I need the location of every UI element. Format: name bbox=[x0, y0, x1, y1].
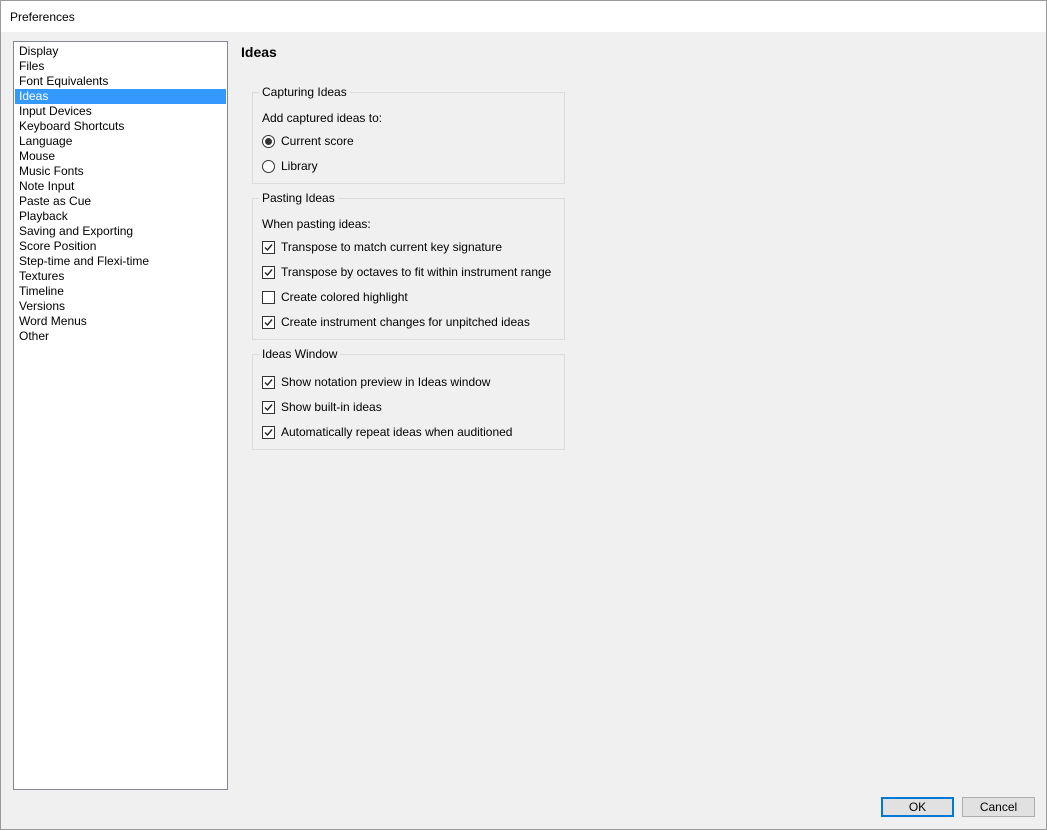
option-built-in-ideas[interactable]: Show built-in ideas bbox=[262, 399, 382, 415]
checkbox-checked[interactable] bbox=[262, 265, 275, 279]
option-label: Automatically repeat ideas when audition… bbox=[281, 425, 513, 439]
category-item-font-equivalents[interactable]: Font Equivalents bbox=[15, 74, 226, 89]
category-item-display[interactable]: Display bbox=[15, 44, 226, 59]
category-item-input-devices[interactable]: Input Devices bbox=[15, 104, 226, 119]
check-mark-icon bbox=[264, 318, 273, 326]
group-caption: When pasting ideas: bbox=[262, 217, 371, 231]
category-item-score-position[interactable]: Score Position bbox=[15, 239, 226, 254]
option-label: Create colored highlight bbox=[281, 290, 408, 304]
capturing-ideas-group: Capturing Ideas Add captured ideas to: C… bbox=[252, 84, 565, 184]
category-item-versions[interactable]: Versions bbox=[15, 299, 226, 314]
category-item-saving-and-exporting[interactable]: Saving and Exporting bbox=[15, 224, 226, 239]
category-item-playback[interactable]: Playback bbox=[15, 209, 226, 224]
category-item-other[interactable]: Other bbox=[15, 329, 226, 344]
category-item-timeline[interactable]: Timeline bbox=[15, 284, 226, 299]
check-mark-icon bbox=[264, 403, 273, 411]
checkbox-checked[interactable] bbox=[262, 375, 275, 389]
category-item-ideas[interactable]: Ideas bbox=[15, 89, 226, 104]
title-bar[interactable]: Preferences bbox=[1, 1, 1046, 32]
checkbox-checked[interactable] bbox=[262, 425, 275, 439]
category-item-language[interactable]: Language bbox=[15, 134, 226, 149]
category-item-paste-as-cue[interactable]: Paste as Cue bbox=[15, 194, 226, 209]
cancel-button[interactable]: Cancel bbox=[962, 797, 1035, 817]
category-item-files[interactable]: Files bbox=[15, 59, 226, 74]
window-title: Preferences bbox=[10, 10, 75, 24]
ideas-window-group: Ideas Window Show notation preview in Id… bbox=[252, 346, 565, 450]
checkbox-checked[interactable] bbox=[262, 400, 275, 414]
category-item-step-time[interactable]: Step-time and Flexi-time bbox=[15, 254, 226, 269]
ok-button[interactable]: OK bbox=[881, 797, 954, 817]
radio-button-selected[interactable] bbox=[262, 134, 275, 148]
option-notation-preview[interactable]: Show notation preview in Ideas window bbox=[262, 374, 490, 390]
category-item-word-menus[interactable]: Word Menus bbox=[15, 314, 226, 329]
check-mark-icon bbox=[264, 268, 273, 276]
option-instrument-changes[interactable]: Create instrument changes for unpitched … bbox=[262, 314, 530, 330]
option-label: Transpose to match current key signature bbox=[281, 240, 502, 254]
option-current-score[interactable]: Current score bbox=[262, 133, 354, 149]
check-mark-icon bbox=[264, 243, 273, 251]
group-caption: Add captured ideas to: bbox=[262, 111, 383, 125]
option-label: Show notation preview in Ideas window bbox=[281, 375, 491, 389]
option-label: Show built-in ideas bbox=[281, 400, 382, 414]
option-label: Create instrument changes for unpitched … bbox=[281, 315, 530, 329]
category-item-textures[interactable]: Textures bbox=[15, 269, 226, 284]
option-label: Transpose by octaves to fit within instr… bbox=[281, 265, 552, 279]
check-mark-icon bbox=[264, 428, 273, 436]
radio-button[interactable] bbox=[262, 159, 275, 173]
checkbox-checked[interactable] bbox=[262, 315, 275, 329]
checkbox[interactable] bbox=[262, 290, 275, 304]
option-auto-repeat[interactable]: Automatically repeat ideas when audition… bbox=[262, 424, 512, 440]
group-title: Ideas Window bbox=[259, 346, 341, 362]
option-label: Library bbox=[281, 159, 318, 173]
option-transpose-key-signature[interactable]: Transpose to match current key signature bbox=[262, 239, 502, 255]
option-transpose-octaves[interactable]: Transpose by octaves to fit within instr… bbox=[262, 264, 551, 280]
pasting-ideas-group: Pasting Ideas When pasting ideas: Transp… bbox=[252, 190, 565, 340]
category-item-keyboard-shortcuts[interactable]: Keyboard Shortcuts bbox=[15, 119, 226, 134]
group-title: Capturing Ideas bbox=[259, 84, 350, 100]
page-title: Ideas bbox=[241, 44, 277, 60]
option-colored-highlight[interactable]: Create colored highlight bbox=[262, 289, 408, 305]
option-library[interactable]: Library bbox=[262, 158, 318, 174]
check-mark-icon bbox=[264, 378, 273, 386]
category-item-mouse[interactable]: Mouse bbox=[15, 149, 226, 164]
preferences-window: Preferences Display Files Font Equivalen… bbox=[0, 0, 1047, 830]
checkbox-checked[interactable] bbox=[262, 240, 275, 254]
category-list[interactable]: Display Files Font Equivalents Ideas Inp… bbox=[13, 41, 228, 790]
option-label: Current score bbox=[281, 134, 354, 148]
category-item-note-input[interactable]: Note Input bbox=[15, 179, 226, 194]
category-item-music-fonts[interactable]: Music Fonts bbox=[15, 164, 226, 179]
group-title: Pasting Ideas bbox=[259, 190, 338, 206]
